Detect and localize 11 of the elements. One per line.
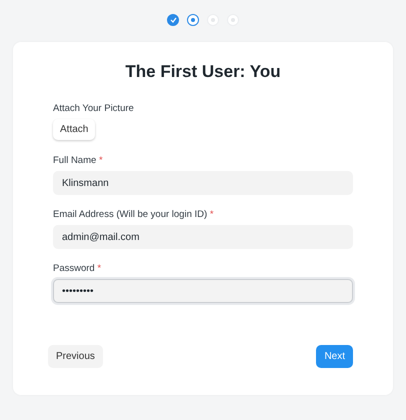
input-field[interactable]: admin@mail.com xyxy=(53,225,353,249)
input-field[interactable]: Klinsmann xyxy=(53,171,353,195)
field-label: Full Name * xyxy=(53,155,104,166)
field-label: Password * xyxy=(53,263,102,274)
check-icon xyxy=(170,17,176,23)
attach-button[interactable]: Attach xyxy=(53,119,96,140)
field-label: Email Address (Will be your login ID) * xyxy=(53,209,215,220)
previous-button[interactable]: Previous xyxy=(48,345,103,368)
form-title: The First User: You xyxy=(124,62,282,82)
input-field[interactable]: ••••••••• xyxy=(53,279,353,303)
field-label: Attach Your Picture xyxy=(53,103,135,114)
